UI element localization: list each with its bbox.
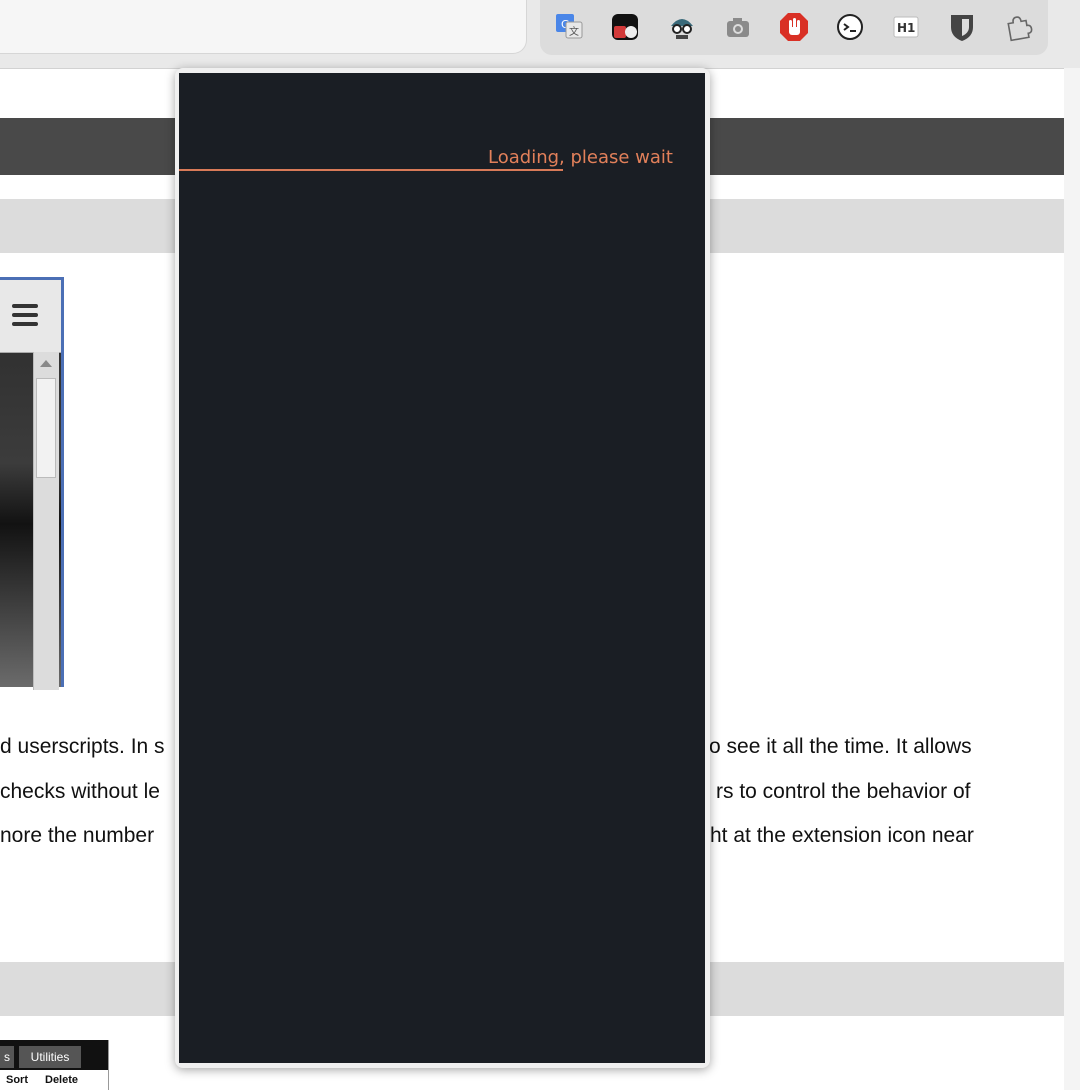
- paragraph-line: d userscripts. In s: [0, 735, 165, 758]
- page-scrollbar[interactable]: [1064, 68, 1080, 1090]
- h1-icon[interactable]: H1: [891, 12, 921, 42]
- stop-hand-icon[interactable]: [779, 12, 809, 42]
- mini-tab: s: [0, 1046, 14, 1068]
- camera-icon[interactable]: [723, 12, 753, 42]
- address-bar[interactable]: [0, 0, 527, 54]
- h1-icon-label: H1: [897, 21, 915, 35]
- paragraph-line: o see it all the time. It allows: [709, 735, 972, 758]
- loading-progress-bar: [179, 169, 705, 171]
- mini-tab: Utilities: [19, 1046, 81, 1068]
- loading-progress-fill: [179, 169, 563, 171]
- paragraph-line: nore the number: [0, 824, 155, 847]
- extensions-tray: G 文 H1: [540, 0, 1048, 55]
- console-face-icon[interactable]: [835, 12, 865, 42]
- extension-popup: Loading, please wait: [175, 68, 710, 1068]
- mini-sort: Sort: [6, 1074, 28, 1086]
- popup-content: Loading, please wait: [179, 73, 705, 1063]
- scroll-up-icon: [40, 360, 52, 367]
- paragraph-line: checks without le: [0, 780, 160, 803]
- browser-toolbar: G 文 H1: [0, 0, 1080, 69]
- puzzle-icon[interactable]: [1003, 12, 1033, 42]
- paragraph-line: rs to control the behavior of: [716, 780, 971, 803]
- image-scrollbar: [33, 352, 59, 690]
- google-translate-icon[interactable]: G 文: [554, 12, 584, 42]
- extension-dice-icon[interactable]: [610, 12, 640, 42]
- mini-delete: Delete: [45, 1074, 79, 1086]
- mini-screenshot: s Utilities Sort Delete: [0, 1040, 109, 1090]
- shield-icon[interactable]: [947, 12, 977, 42]
- loading-message: Loading, please wait: [488, 147, 673, 168]
- paragraph-line: ht at the extension icon near: [710, 824, 974, 847]
- screenshot-image: [0, 277, 64, 690]
- hamburger-menu-icon: [12, 304, 38, 331]
- spy-glasses-icon[interactable]: [667, 12, 697, 42]
- svg-text:文: 文: [569, 25, 579, 38]
